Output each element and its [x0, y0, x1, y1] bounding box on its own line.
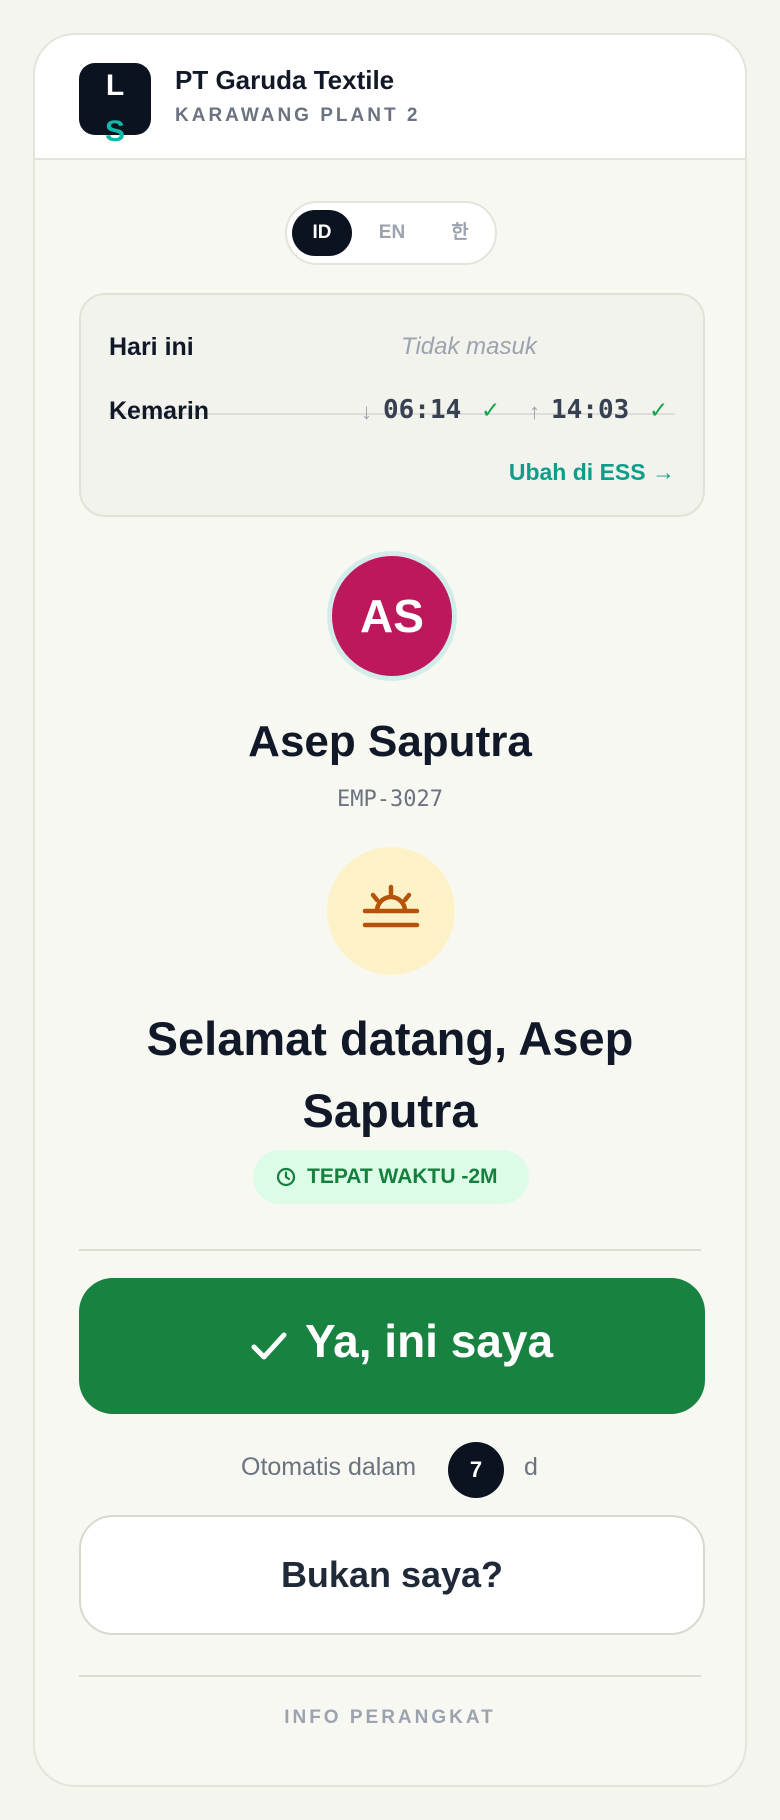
attendance-row-today: Hari ini Tidak masuk: [109, 329, 675, 369]
language-switcher: ID EN 한: [285, 201, 497, 265]
not-me-button[interactable]: Bukan saya?: [79, 1515, 705, 1635]
employee-name: Asep Saputra: [248, 717, 532, 766]
avatar: AS: [332, 556, 452, 676]
company-name: PT Garuda Textile: [175, 65, 395, 95]
company-logo: L S: [79, 63, 151, 148]
check-icon: [249, 1326, 289, 1371]
kiosk-card: L S PT Garuda Textile KARAWANG PLANT 2 I…: [33, 33, 747, 1787]
clock-out-check-icon: ✓: [649, 397, 669, 423]
clock-in-time: 06:14: [383, 395, 462, 425]
status-badge: TEPAT WAKTU -2M: [253, 1150, 529, 1204]
divider: [79, 1675, 701, 1677]
clock-out-arrow-icon: ↑: [529, 399, 540, 424]
countdown-unit: d: [524, 1453, 538, 1481]
edit-in-ess-link[interactable]: Ubah di ESS →: [509, 459, 675, 486]
clock-icon: [275, 1166, 297, 1194]
attendance-summary: Hari ini Tidak masuk Kemarin ↓ 06:14 ✓ ↑…: [79, 293, 705, 517]
employee-id: EMP-3027: [337, 787, 443, 812]
auto-confirm-text: Otomatis dalam: [241, 1453, 417, 1481]
device-info-link[interactable]: INFO PERANGKAT: [35, 1707, 745, 1729]
language-option-ko[interactable]: 한: [430, 210, 490, 256]
countdown-value: 7: [448, 1442, 504, 1498]
avatar-ring: AS: [327, 551, 457, 681]
sunrise-icon: [327, 847, 455, 975]
yesterday-label: Kemarin: [109, 397, 210, 425]
clock-in-check-icon: ✓: [481, 397, 501, 423]
auto-confirm-countdown: Otomatis dalam 7 d: [35, 1439, 745, 1499]
language-option-en[interactable]: EN: [362, 210, 422, 256]
confirm-identity-label: Ya, ini saya: [305, 1315, 554, 1367]
clock-in-arrow-icon: ↓: [361, 399, 372, 424]
confirm-identity-button[interactable]: Ya, ini saya: [79, 1278, 705, 1414]
logo-letter-bottom: S: [104, 115, 125, 148]
attendance-row-yesterday: Kemarin ↓ 06:14 ✓ ↑ 14:03 ✓: [109, 393, 675, 433]
header: L S PT Garuda Textile KARAWANG PLANT 2: [35, 35, 745, 160]
today-status: Tidak masuk: [401, 333, 537, 360]
divider: [79, 1249, 701, 1251]
welcome-heading: Selamat datang, Asep Saputra: [146, 1012, 634, 1137]
language-option-id[interactable]: ID: [292, 210, 352, 256]
logo-letter-top: L: [105, 69, 125, 102]
clock-out-time: 14:03: [551, 395, 630, 425]
today-label: Hari ini: [109, 333, 194, 361]
plant-name: KARAWANG PLANT 2: [175, 105, 421, 126]
status-badge-text: TEPAT WAKTU -2M: [307, 1165, 498, 1188]
